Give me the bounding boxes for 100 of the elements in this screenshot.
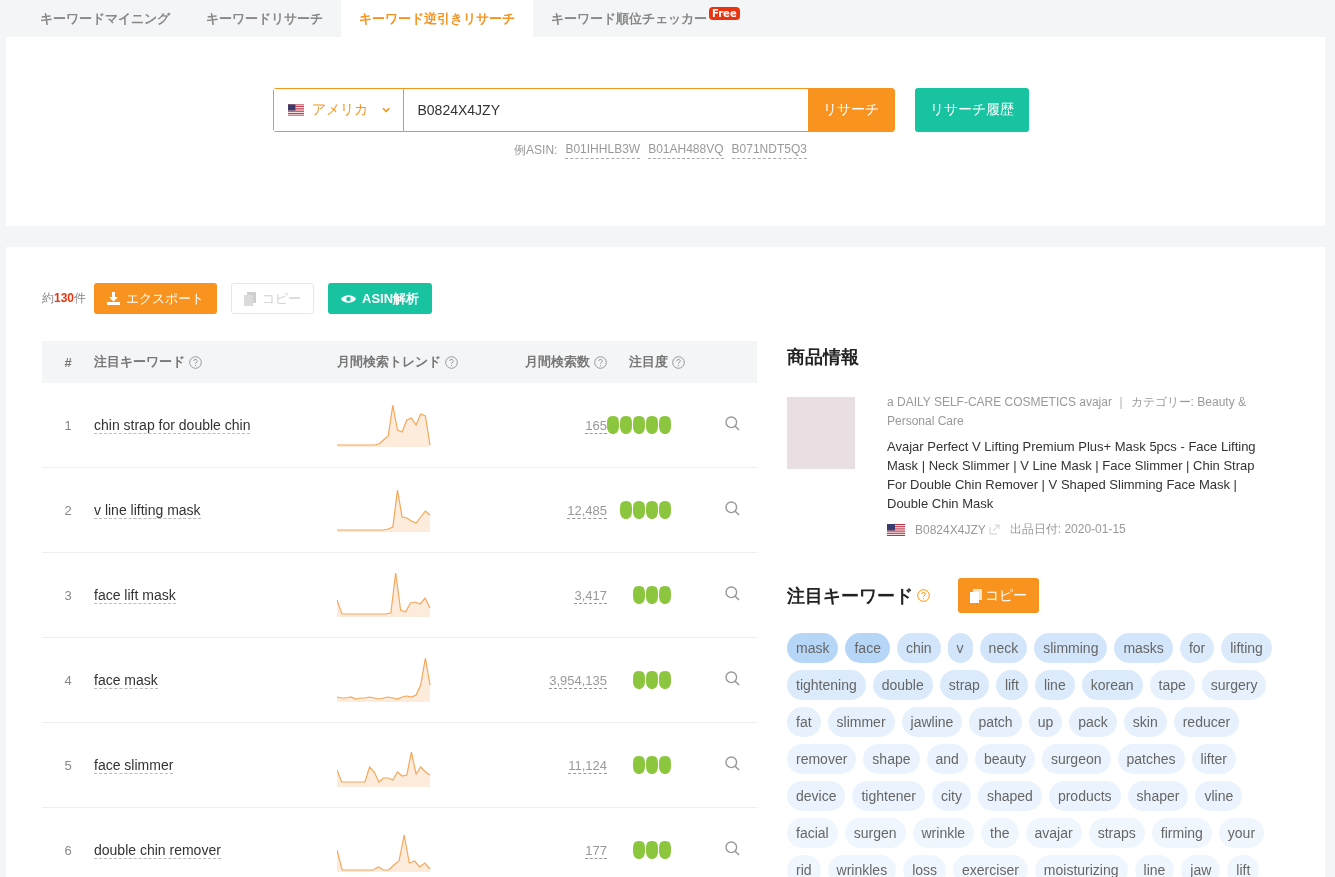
keyword-tag[interactable]: face: [845, 633, 890, 663]
tab[interactable]: キーワードマイニング: [22, 0, 188, 37]
keyword-tag[interactable]: korean: [1081, 670, 1143, 700]
keyword-tag[interactable]: v: [947, 633, 973, 663]
leaf-icon: [620, 416, 632, 434]
keyword-tag[interactable]: tightener: [852, 781, 925, 811]
keyword-tag[interactable]: products: [1048, 781, 1121, 811]
keyword-tag[interactable]: line: [1134, 855, 1175, 877]
keyword-tag[interactable]: rid: [787, 855, 821, 877]
us-flag-icon: [287, 104, 305, 116]
keyword-tag[interactable]: reducer: [1173, 707, 1240, 737]
keyword-tag[interactable]: for: [1179, 633, 1215, 663]
keyword-tag[interactable]: jawline: [901, 707, 963, 737]
keyword-tag[interactable]: device: [787, 781, 846, 811]
keyword-tag[interactable]: moisturizing: [1034, 855, 1128, 877]
search-icon[interactable]: [724, 586, 740, 601]
keyword-tag[interactable]: tape: [1149, 670, 1195, 700]
leaf-icon: [659, 586, 671, 604]
column-header: 月間検索数: [525, 353, 590, 371]
keyword-tag[interactable]: loss: [903, 855, 947, 877]
leaf-icon: [633, 501, 645, 519]
keyword-tag[interactable]: slimmer: [827, 707, 895, 737]
keyword-tag[interactable]: lift: [1227, 855, 1260, 877]
keyword-link[interactable]: face mask: [94, 672, 158, 689]
keyword-tag[interactable]: wrinkle: [912, 818, 975, 848]
keyword-tag[interactable]: the: [981, 818, 1019, 848]
help-icon[interactable]: [189, 355, 202, 369]
row-number: 6: [64, 842, 72, 858]
keyword-tag[interactable]: vline: [1195, 781, 1243, 811]
keyword-tag[interactable]: shape: [863, 744, 920, 774]
keyword-tag[interactable]: wrinkles: [827, 855, 897, 877]
keyword-tag[interactable]: city: [931, 781, 971, 811]
help-icon[interactable]: [917, 589, 930, 602]
keyword-tag[interactable]: strap: [939, 670, 989, 700]
keyword-tag[interactable]: facial: [787, 818, 838, 848]
brand-category-text: a DAILY SELF-CARE COSMETICS avajar ｜ カテゴリー: Beauty & Personal Care: [887, 394, 1247, 430]
example-asin-link[interactable]: B01AH488VQ: [648, 142, 724, 159]
listing-date: 出品日付: 2020-01-15: [1009, 521, 1126, 538]
tab[interactable]: キーワードリサーチ: [188, 0, 341, 37]
keyword-tag[interactable]: avajar: [1025, 818, 1082, 848]
keyword-tag[interactable]: shaper: [1127, 781, 1189, 811]
tab[interactable]: キーワード順位チェッカー Free: [533, 0, 748, 37]
column-header: #: [64, 354, 72, 370]
keyword-tag[interactable]: mask: [787, 633, 839, 663]
keyword-tag[interactable]: firming: [1151, 818, 1212, 848]
keyword-link[interactable]: chin strap for double chin: [94, 417, 251, 434]
eye-icon: [341, 293, 357, 304]
keyword-link[interactable]: face lift mask: [94, 587, 176, 604]
search-icon[interactable]: [724, 841, 740, 856]
help-icon[interactable]: [672, 355, 685, 369]
keyword-tag[interactable]: and: [926, 744, 968, 774]
keyword-tag[interactable]: beauty: [974, 744, 1035, 774]
product-title: Avajar Perfect V Lifting Premium Plus+ Mask 5pcs - Face Lifting Mask | Neck Slimmer | V Line Mask | Face Slimmer | Chin Strap For Double Chin Remover | V Shaped Slimming Face Mask | Double Chin Mask: [887, 438, 1257, 513]
keyword-tag[interactable]: your: [1218, 818, 1265, 848]
help-icon[interactable]: [445, 355, 458, 369]
search-icon[interactable]: [724, 756, 740, 771]
keyword-tag[interactable]: exerciser: [953, 855, 1028, 877]
keyword-tag[interactable]: straps: [1088, 818, 1145, 848]
help-icon[interactable]: [594, 355, 607, 369]
keyword-tag[interactable]: lift: [995, 670, 1028, 700]
search-icon[interactable]: [724, 416, 740, 431]
section-title: 注目キーワード: [787, 583, 913, 608]
keyword-tag[interactable]: skin: [1123, 707, 1167, 737]
leaf-icon: [633, 671, 645, 689]
keyword-link[interactable]: v line lifting mask: [94, 502, 201, 519]
keyword-tag[interactable]: patches: [1117, 744, 1185, 774]
keyword-tag[interactable]: fat: [787, 707, 821, 737]
keyword-tag[interactable]: line: [1034, 670, 1075, 700]
keyword-tag[interactable]: remover: [787, 744, 857, 774]
keyword-tag[interactable]: masks: [1114, 633, 1173, 663]
keyword-tag[interactable]: neck: [979, 633, 1028, 663]
keyword-tag[interactable]: slimming: [1034, 633, 1108, 663]
keyword-link[interactable]: face slimmer: [94, 757, 174, 774]
leaf-icon: [659, 756, 671, 774]
keyword-tag[interactable]: chin: [896, 633, 941, 663]
keyword-tag[interactable]: up: [1028, 707, 1063, 737]
search-volume: 177: [585, 842, 607, 859]
keyword-tag[interactable]: surgen: [844, 818, 906, 848]
keyword-tag[interactable]: lifter: [1191, 744, 1236, 774]
keyword-tag[interactable]: shaped: [977, 781, 1042, 811]
leaf-icon: [633, 586, 645, 604]
keyword-tag[interactable]: surgeon: [1041, 744, 1111, 774]
keyword-tag[interactable]: surgery: [1201, 670, 1267, 700]
keyword-link[interactable]: double chin remover: [94, 842, 221, 859]
leaf-icon: [659, 841, 671, 859]
row-number: 1: [64, 417, 72, 433]
keyword-tag[interactable]: tightening: [787, 670, 866, 700]
keyword-tag[interactable]: patch: [969, 707, 1022, 737]
keyword-tag[interactable]: pack: [1069, 707, 1117, 737]
keyword-tag[interactable]: double: [872, 670, 933, 700]
copy-icon: [244, 291, 257, 306]
example-asin-link[interactable]: B071NDT5Q3: [731, 142, 807, 159]
copy-icon: [970, 588, 982, 603]
keyword-tag[interactable]: jaw: [1181, 855, 1221, 877]
external-link-icon[interactable]: [988, 524, 1000, 535]
keyword-tag[interactable]: lifting: [1221, 633, 1272, 663]
search-icon[interactable]: [724, 671, 740, 686]
search-icon[interactable]: [724, 501, 740, 516]
example-asin-link[interactable]: B01IHHLB3W: [565, 142, 641, 159]
leaf-icon: [633, 416, 645, 434]
